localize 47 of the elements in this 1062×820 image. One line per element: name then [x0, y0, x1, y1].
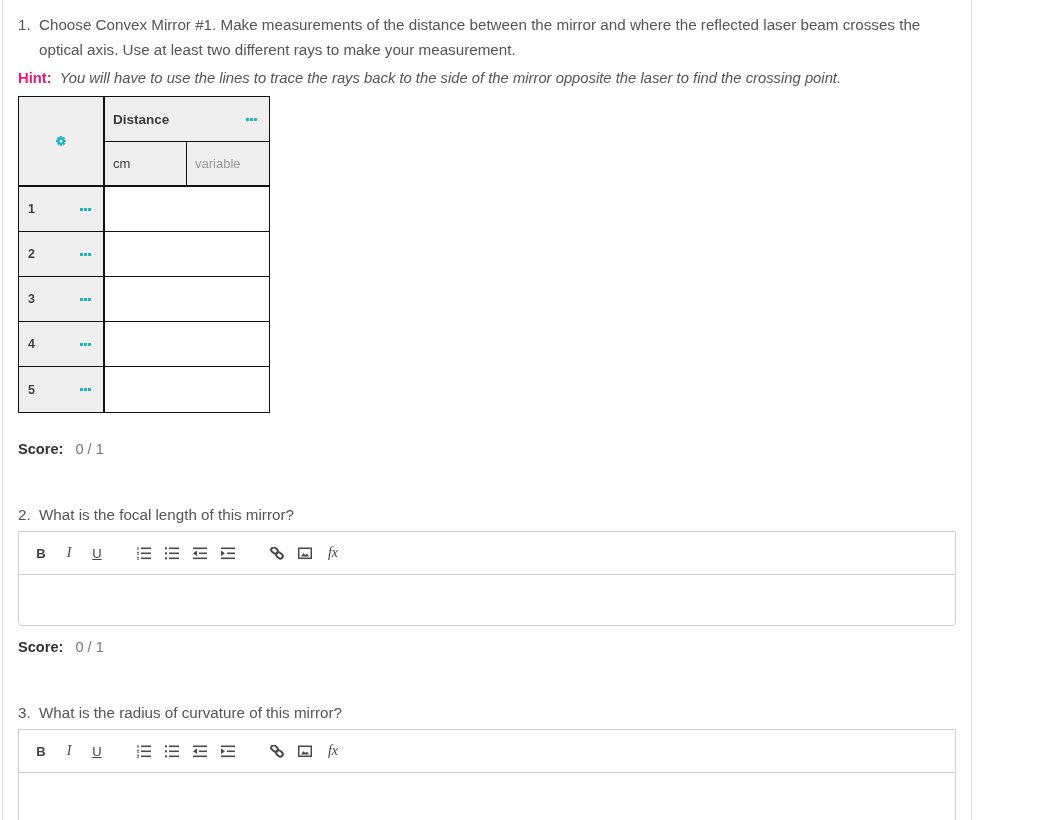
- italic-button[interactable]: I: [58, 740, 80, 762]
- list-icon: [137, 546, 151, 560]
- formula-button[interactable]: fx: [322, 740, 344, 762]
- variable-cell: variable: [187, 142, 269, 187]
- question-text: What is the focal length of this mirror?: [39, 505, 295, 525]
- score-label: Score:: [18, 440, 64, 459]
- question-number: 1.: [18, 15, 32, 35]
- underline-button[interactable]: U: [86, 740, 108, 762]
- link-icon: [270, 744, 284, 758]
- row-number: 1: [28, 202, 35, 216]
- indent-icon: [221, 546, 235, 560]
- question-text: What is the radius of curvature of this mirror?: [39, 703, 344, 723]
- italic-button[interactable]: I: [58, 542, 80, 564]
- indent-icon: [221, 744, 235, 758]
- question-number: 2.: [18, 505, 32, 525]
- bulleted-list-icon: [165, 546, 179, 560]
- outdent-icon: [193, 546, 207, 560]
- bulleted-list-icon: [165, 744, 179, 758]
- question-number: 3.: [18, 703, 32, 723]
- formula-button[interactable]: fx: [322, 542, 344, 564]
- bold-button[interactable]: B: [30, 542, 52, 564]
- link-icon: [270, 546, 284, 560]
- score-value: 0 / 1: [75, 638, 104, 657]
- row-number: 5: [28, 382, 35, 397]
- more-icon: [80, 207, 91, 211]
- underline-button[interactable]: U: [86, 542, 108, 564]
- hint-text: You will have to use the lines to trace the rays back to the side of the mirror opposite the laser to find the crossing point.: [59, 69, 842, 88]
- row-number: 4: [28, 337, 35, 351]
- hint-label: Hint:: [18, 69, 52, 88]
- image-icon: [298, 546, 312, 560]
- list-icon: [137, 744, 151, 758]
- row-number: 3: [28, 292, 35, 306]
- bold-button[interactable]: B: [30, 740, 52, 762]
- more-icon: [80, 342, 91, 346]
- image-icon: [298, 744, 312, 758]
- more-icon: [80, 297, 91, 301]
- score-label: Score:: [18, 638, 64, 657]
- settings-icon: [56, 136, 66, 146]
- unit-cell: cm: [105, 142, 187, 187]
- question-text: Choose Convex Mirror #1. Make measurements of the distance between the mirror and where the reflected laser beam crosses the optical axis. Use at least two different rays to make your measurement.: [39, 15, 922, 60]
- row-number: 2: [28, 247, 35, 261]
- score-value: 0 / 1: [75, 440, 104, 459]
- more-icon: [246, 117, 257, 121]
- more-icon: [80, 252, 91, 256]
- more-icon: [80, 388, 91, 391]
- outdent-icon: [193, 744, 207, 758]
- column-title: Distance: [113, 111, 170, 127]
